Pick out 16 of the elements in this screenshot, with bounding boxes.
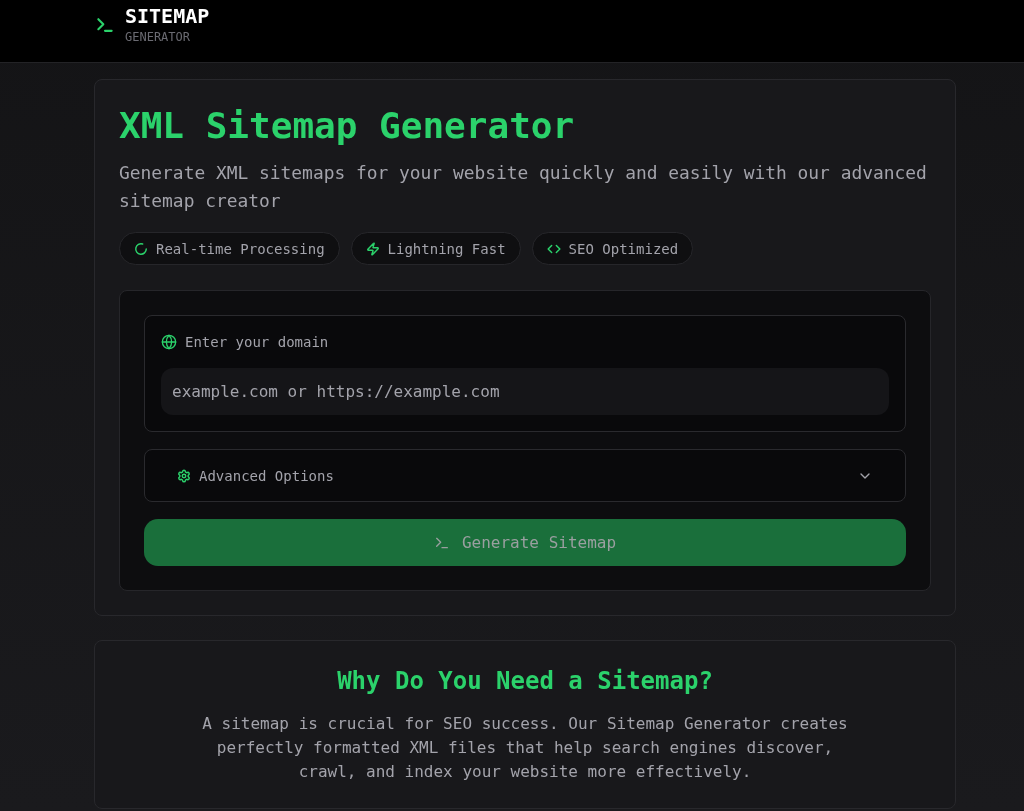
page-description: Generate XML sitemaps for your website quickly and easily with our advanced sitemap creator <box>119 161 928 213</box>
feature-badge: SEO Optimized <box>531 232 694 265</box>
feature-badge: Real-time Processing <box>119 232 340 265</box>
spinner-icon <box>134 241 148 256</box>
lightning-icon <box>365 241 380 256</box>
gear-icon <box>177 468 191 483</box>
globe-icon <box>161 334 177 350</box>
logo-subtitle: GENERATOR <box>125 29 192 45</box>
domain-label: Enter your domain <box>185 333 329 352</box>
logo-title: SITEMAP <box>125 4 210 28</box>
info-text: A sitemap is crucial for SEO success. Our Sitemap Generator creates perfectly formatted XML files that help search engines discover, crawl, and index your website more effectively. <box>201 713 849 783</box>
page-title: XML Sitemap Generator <box>119 104 576 147</box>
info-title: Why Do You Need a Sitemap? <box>337 666 713 697</box>
advanced-options-toggle[interactable]: Advanced Options <box>144 449 906 502</box>
domain-input[interactable]: example.com or https://example.com <box>161 368 889 415</box>
feature-badge: Lightning Fast <box>350 232 521 265</box>
